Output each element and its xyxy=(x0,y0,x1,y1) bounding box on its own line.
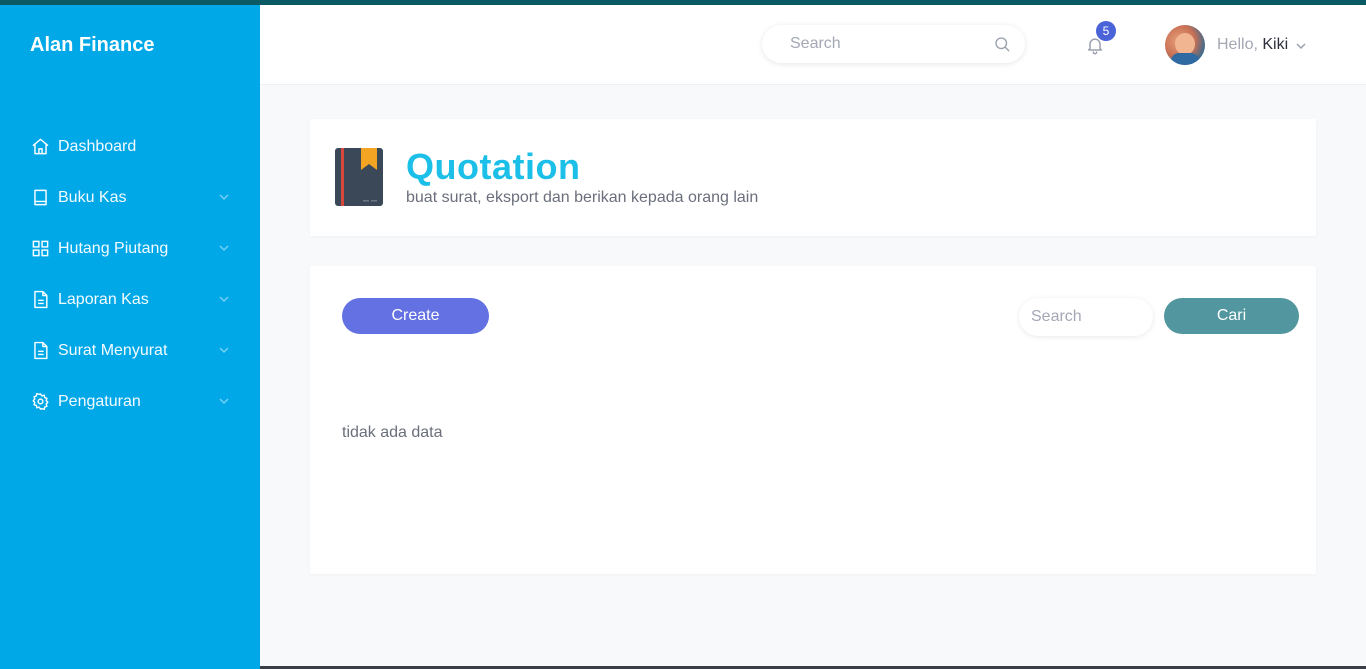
quotation-list-card: Create Cari tidak ada data xyxy=(310,266,1316,574)
sidebar-item-hutang-piutang[interactable]: Hutang Piutang xyxy=(0,223,260,274)
sidebar-item-label: Laporan Kas xyxy=(58,290,149,308)
quotation-search xyxy=(1019,298,1153,336)
user-name: Kiki xyxy=(1262,36,1289,53)
chevron-down-icon xyxy=(218,190,230,202)
sidebar-item-laporan-kas[interactable]: Laporan Kas xyxy=(0,274,260,325)
chevron-down-icon[interactable] xyxy=(1295,39,1307,51)
search-button[interactable]: Cari xyxy=(1164,298,1299,334)
sidebar: Alan Finance Dashboard Buku Kas Hutang P… xyxy=(0,5,260,669)
sidebar-item-label: Buku Kas xyxy=(58,188,127,206)
create-button[interactable]: Create xyxy=(342,298,489,334)
home-icon xyxy=(30,137,50,157)
sidebar-item-label: Dashboard xyxy=(58,137,137,155)
page-title: Quotation xyxy=(406,146,581,187)
greeting-text: Hello, xyxy=(1217,36,1258,53)
sidebar-item-label: Hutang Piutang xyxy=(58,239,169,257)
sidebar-item-label: Pengaturan xyxy=(58,392,141,410)
sidebar-item-pengaturan[interactable]: Pengaturan xyxy=(0,376,260,427)
chevron-down-icon xyxy=(218,241,230,253)
sidebar-item-dashboard[interactable]: Dashboard xyxy=(0,121,260,172)
avatar-face xyxy=(1175,33,1195,55)
notebook-icon xyxy=(335,148,383,206)
file-icon xyxy=(30,341,50,361)
grid-icon xyxy=(30,239,50,259)
avatar-shirt xyxy=(1171,53,1199,65)
page-header-card: Quotation buat surat, eksport dan berika… xyxy=(310,119,1316,236)
sidebar-item-buku-kas[interactable]: Buku Kas xyxy=(0,172,260,223)
page-subtitle: buat surat, eksport dan berikan kepada o… xyxy=(406,189,759,206)
chevron-down-icon xyxy=(218,394,230,406)
empty-state-message: tidak ada data xyxy=(342,424,443,441)
chevron-down-icon xyxy=(218,343,230,355)
sidebar-nav: Dashboard Buku Kas Hutang Piutang Lapora… xyxy=(0,121,260,427)
global-search-input[interactable] xyxy=(790,35,980,53)
file-icon xyxy=(30,290,50,310)
user-menu[interactable]: Hello, Kiki xyxy=(1217,36,1288,54)
global-search xyxy=(762,25,1025,63)
brand-logo-text[interactable]: Alan Finance xyxy=(30,34,154,57)
search-icon[interactable] xyxy=(993,35,1011,53)
sidebar-item-surat-menyurat[interactable]: Surat Menyurat xyxy=(0,325,260,376)
notification-badge: 5 xyxy=(1096,21,1116,41)
book-icon xyxy=(30,188,50,208)
avatar[interactable] xyxy=(1165,25,1205,65)
top-bar: 5 Hello, Kiki xyxy=(260,5,1366,85)
sidebar-item-label: Surat Menyurat xyxy=(58,341,168,359)
chevron-down-icon xyxy=(218,292,230,304)
gear-icon xyxy=(30,392,50,412)
quotation-search-input[interactable] xyxy=(1031,308,1141,326)
